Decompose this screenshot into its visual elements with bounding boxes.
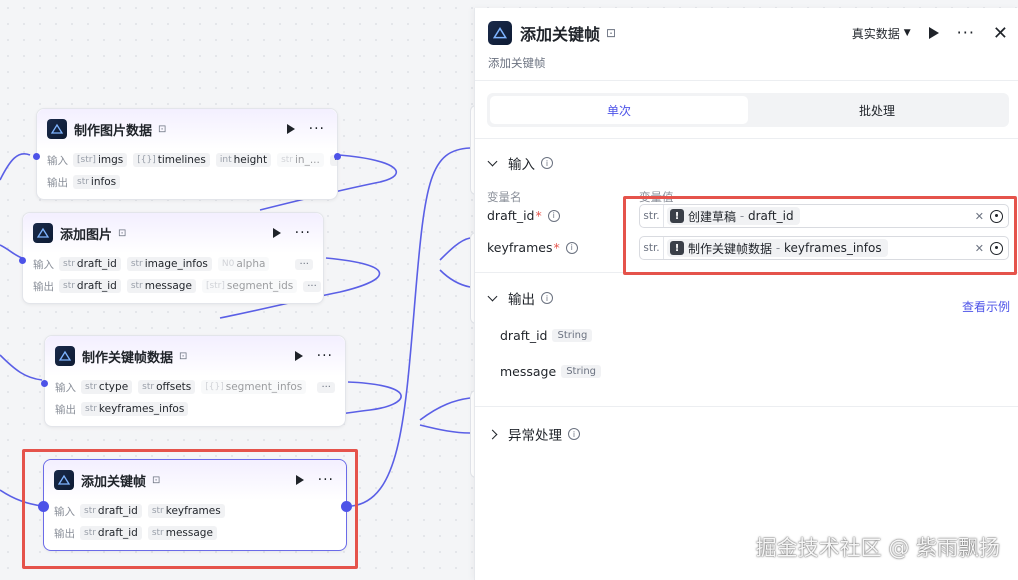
node-add-image[interactable]: 添加图片 ⊡ ··· 输入 str draft_id str image_infos… [19,212,324,304]
caret-down-icon: ▼ [903,28,911,38]
panel-header: 添加关键帧 ⊡ 真实数据 ▼ ··· ✕ [488,20,1008,46]
bot-icon: ⊡ [179,350,188,362]
param-tag: str in_... [277,153,324,167]
param-tag: [str] segment_ids [201,279,298,293]
highlight-box-inputs [623,196,1017,275]
divider [475,406,1018,407]
param-tag: [str] imgs [73,153,128,167]
run-icon[interactable] [294,351,303,361]
chevron-down-icon [487,156,498,166]
node-config-panel: 添加关键帧 ⊡ 真实数据 ▼ ··· ✕ 添加关键帧 单次 批处理 输入 i 变… [474,8,1018,580]
type-badge: String [552,329,593,342]
more-icon[interactable]: ··· [317,349,333,363]
run-mode-tabs: 单次 批处理 [487,93,1009,127]
param-tag: str keyframes_infos [81,402,189,416]
info-icon[interactable]: i [541,292,553,304]
run-icon[interactable] [286,124,295,134]
plugin-icon [47,119,67,139]
param-tag: str infos [73,175,121,189]
more-icon[interactable]: ··· [295,226,311,240]
node-input-row: 输入 str ctype str offsets [{}] segment_infos… [45,376,345,398]
panel-title[interactable]: 添加关键帧 [520,21,600,45]
exception-section-header[interactable]: 异常处理 i [487,424,580,444]
chevron-down-icon [487,291,498,301]
bot-icon: ⊡ [606,26,617,40]
node-title: 制作图片数据 [74,123,153,139]
output-port[interactable] [334,153,341,160]
divider [475,80,1018,81]
param-tag: str message [126,279,196,293]
output-var-row: message String [500,364,602,379]
info-icon[interactable]: i [541,157,553,169]
node-title: 制作关键帧数据 [82,350,174,366]
more-params-icon[interactable]: ··· [303,280,321,292]
data-mode-select[interactable]: 真实数据 ▼ [852,25,911,42]
input-section-header[interactable]: 输入 i [487,153,553,173]
output-section-header[interactable]: 输出 i [487,288,553,308]
tab-single[interactable]: 单次 [490,96,748,124]
input-var-draft-id: draft_id * i [487,208,560,223]
info-icon[interactable]: i [568,428,580,440]
param-tag: str image_infos [126,257,212,271]
bot-icon: ⊡ [118,227,127,239]
input-port[interactable] [41,380,48,387]
run-icon[interactable] [272,228,281,238]
more-icon[interactable]: ··· [957,25,975,41]
param-tag: str draft_id [59,257,121,271]
node-title: 添加图片 [60,227,113,243]
param-tag: [{}] segment_infos [201,380,307,394]
node-input-row: 输入 [str] imgs [{}] timelines int height str… [37,149,337,171]
column-header-name: 变量名 [487,190,522,204]
more-params-icon[interactable]: ··· [295,258,313,270]
info-icon[interactable]: i [547,209,560,222]
panel-description[interactable]: 添加关键帧 [488,55,546,71]
chevron-right-icon [487,429,498,439]
more-params-icon[interactable]: ··· [317,381,335,393]
param-tag: str draft_id [59,279,121,293]
param-tag: N0 alpha [217,257,270,271]
node-output-row: 输出 str draft_id str message [str] segment_i… [23,275,323,297]
output-var-row: draft_id String [500,328,593,343]
param-tag: str offsets [138,380,196,394]
param-tag: int height [215,153,272,167]
plugin-icon [488,21,512,45]
close-icon[interactable]: ✕ [993,23,1008,44]
divider [475,138,1018,139]
input-var-keyframes: keyframes * i [487,240,578,255]
run-icon[interactable] [928,27,939,39]
highlight-box-node [22,449,358,569]
param-tag: str ctype [81,380,133,394]
plugin-icon [55,346,75,366]
input-port[interactable] [19,257,26,264]
type-badge: String [561,365,602,378]
bot-icon: ⊡ [158,123,167,135]
watermark: 掘金技术社区 @ 紫雨飘扬 [755,536,1000,560]
node-output-row: 输出 str keyframes_infos [45,398,345,420]
node-make-keyframe-data[interactable]: 制作关键帧数据 ⊡ ··· 输入 str ctype str offsets [{}… [41,335,346,427]
info-icon[interactable]: i [565,241,578,254]
param-tag: [{}] timelines [133,153,210,167]
node-output-row: 输出 str infos [37,171,337,193]
view-example-link[interactable]: 查看示例 [962,298,1010,315]
plugin-icon [33,223,53,243]
node-input-row: 输入 str draft_id str image_infos N0 alpha ··… [23,253,323,275]
more-icon[interactable]: ··· [309,122,325,136]
tab-batch[interactable]: 批处理 [748,96,1006,124]
input-port[interactable] [33,153,40,160]
node-make-image-data[interactable]: 制作图片数据 ⊡ ··· 输入 [str] imgs [{}] timelines … [33,108,341,200]
